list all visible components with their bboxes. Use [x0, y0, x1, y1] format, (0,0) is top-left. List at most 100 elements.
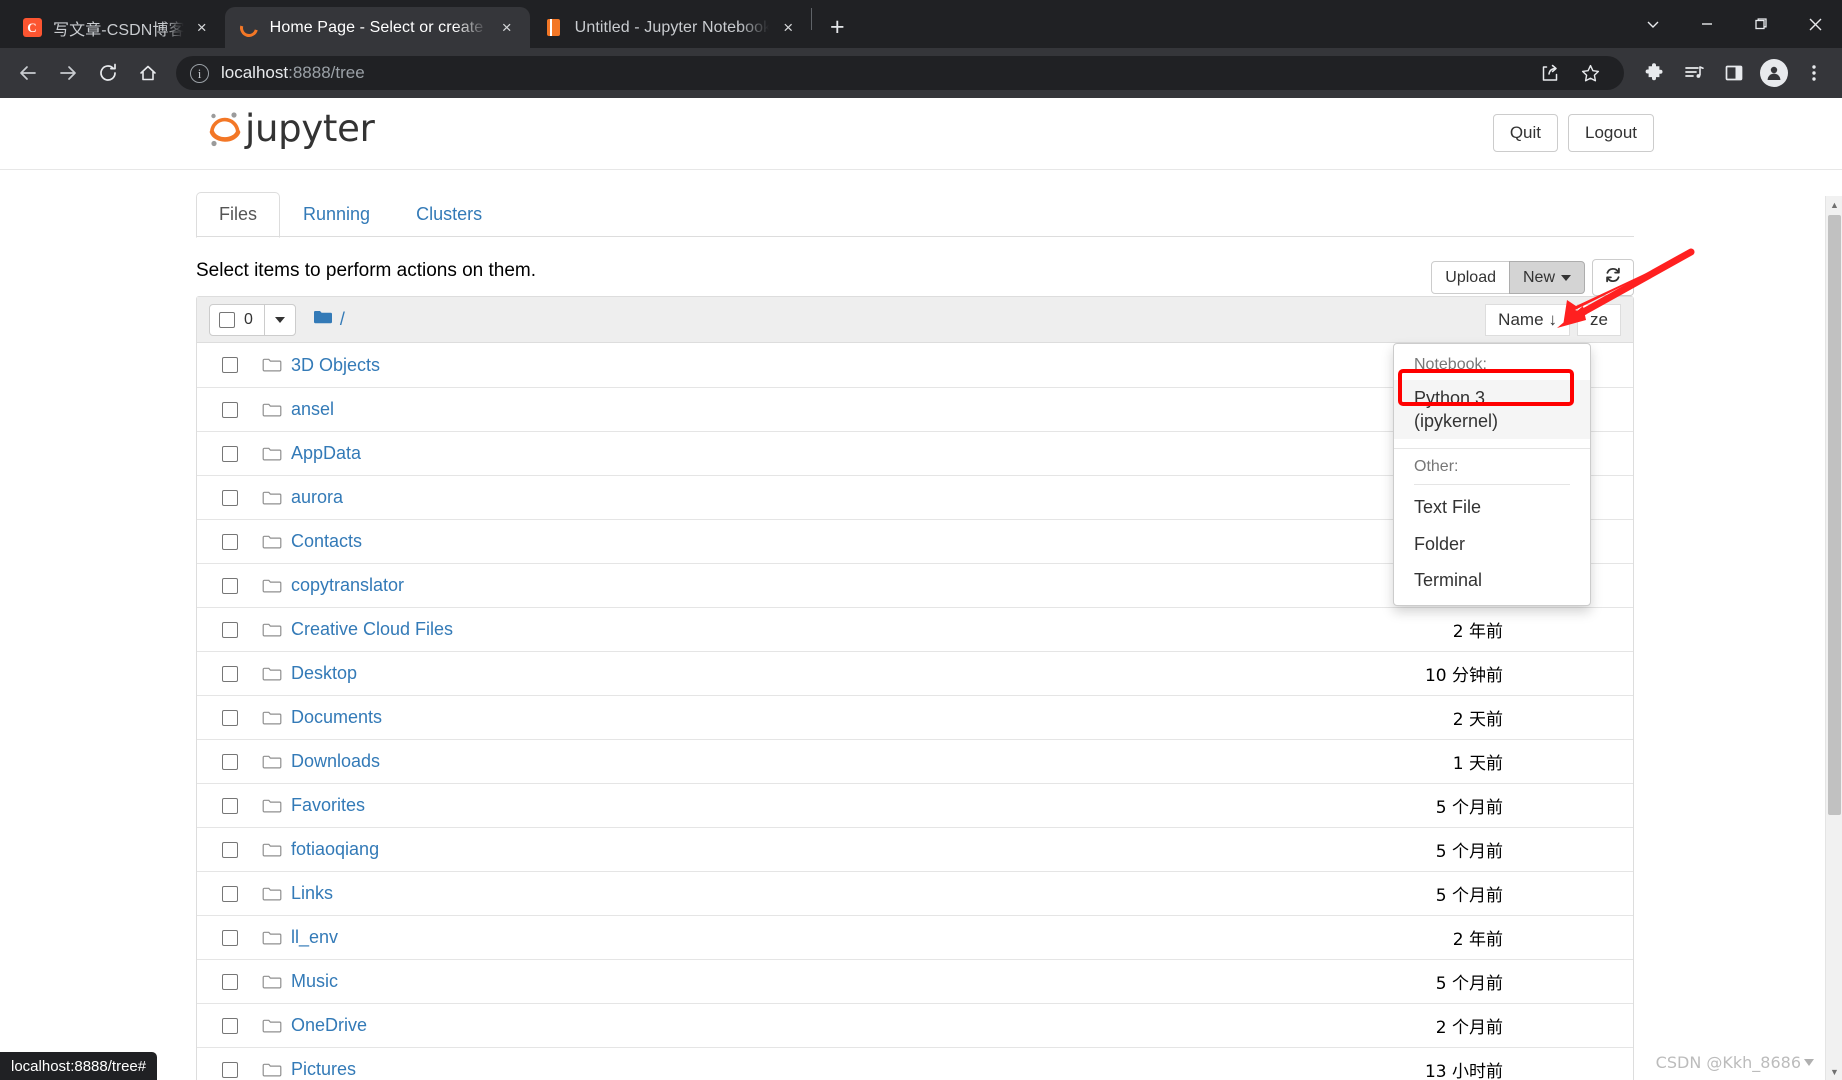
browser-tab-jupyter-home[interactable]: Home Page - Select or create a ×	[224, 7, 530, 48]
row-checkbox[interactable]	[222, 753, 238, 770]
close-icon[interactable]	[1788, 0, 1842, 48]
table-row[interactable]: Downloads 1 天前	[197, 739, 1633, 783]
file-modified-time: 1 天前	[1452, 754, 1503, 774]
row-checkbox[interactable]	[222, 841, 238, 858]
row-checkbox[interactable]	[222, 973, 238, 990]
file-name-link[interactable]: copytranslator	[291, 575, 404, 596]
file-modified-time: 5 个月前	[1435, 798, 1503, 818]
file-name-link[interactable]: ll_env	[291, 927, 338, 948]
table-row[interactable]: OneDrive 2 个月前	[197, 1003, 1633, 1047]
tab-close-icon[interactable]: ×	[494, 15, 520, 41]
row-checkbox[interactable]	[222, 1017, 238, 1034]
sort-name-label: Name	[1498, 310, 1544, 329]
logout-button[interactable]: Logout	[1568, 114, 1654, 153]
table-row[interactable]: Pictures 13 小时前	[197, 1047, 1633, 1080]
table-row[interactable]: Links 5 个月前	[197, 871, 1633, 915]
table-row[interactable]: Creative Cloud Files 2 年前	[197, 607, 1633, 651]
file-name-link[interactable]: Downloads	[291, 751, 380, 772]
bookmark-star-icon[interactable]	[1570, 53, 1610, 93]
menu-item-python3-ipykernel[interactable]: Python 3 (ipykernel)	[1394, 380, 1590, 439]
row-checkbox[interactable]	[222, 929, 238, 946]
row-checkbox[interactable]	[222, 357, 238, 373]
address-bar[interactable]: i localhost:8888/tree	[176, 56, 1624, 90]
three-dot-menu-icon[interactable]	[1794, 53, 1834, 93]
file-name-link[interactable]: aurora	[291, 487, 343, 508]
row-checkbox[interactable]	[222, 577, 238, 594]
site-info-icon[interactable]: i	[190, 63, 209, 83]
side-panel-icon[interactable]	[1714, 53, 1754, 93]
minimize-icon[interactable]	[1680, 0, 1734, 48]
file-name-link[interactable]: Pictures	[291, 1059, 356, 1080]
table-row[interactable]: Favorites 5 个月前	[197, 783, 1633, 827]
tab-title: Home Page - Select or create a	[269, 18, 490, 36]
row-checkbox[interactable]	[222, 621, 238, 638]
tab-close-icon[interactable]: ×	[775, 15, 801, 41]
table-row[interactable]: ll_env 2 年前	[197, 915, 1633, 959]
table-row[interactable]: Music 5 个月前	[197, 959, 1633, 1003]
tab-files[interactable]: Files	[196, 192, 281, 238]
home-icon[interactable]	[128, 53, 168, 93]
forward-arrow-icon[interactable]	[48, 53, 88, 93]
select-all-chevron[interactable]	[263, 304, 295, 335]
row-checkbox[interactable]	[222, 533, 238, 550]
jupyter-header: jupyter Quit Logout	[0, 98, 1842, 170]
browser-tab-untitled-notebook[interactable]: Untitled - Jupyter Notebook ×	[530, 7, 812, 48]
table-row[interactable]: fotiaoqiang 5 个月前	[197, 827, 1633, 871]
scroll-down-arrow-icon[interactable]: ▼	[1826, 1063, 1842, 1080]
media-list-icon[interactable]	[1674, 53, 1714, 93]
breadcrumb-root[interactable]: /	[340, 309, 345, 330]
file-name-link[interactable]: Links	[291, 883, 333, 904]
file-name-link[interactable]: Contacts	[291, 531, 362, 552]
new-tab-button[interactable]: +	[820, 10, 854, 44]
file-modified-time: 5 个月前	[1435, 842, 1503, 862]
file-name-link[interactable]: 3D Objects	[291, 355, 380, 376]
row-checkbox[interactable]	[222, 709, 238, 726]
row-checkbox[interactable]	[222, 445, 238, 462]
select-all-dropdown[interactable]: 0	[209, 303, 296, 336]
extensions-puzzle-icon[interactable]	[1634, 53, 1674, 93]
file-name-link[interactable]: Desktop	[291, 663, 357, 684]
menu-item-text-file[interactable]: Text File	[1394, 489, 1590, 526]
row-checkbox[interactable]	[222, 885, 238, 902]
tab-clusters[interactable]: Clusters	[393, 192, 505, 238]
back-arrow-icon[interactable]	[8, 53, 48, 93]
tabs-underline	[196, 236, 1634, 237]
file-name-link[interactable]: fotiaoqiang	[291, 839, 379, 860]
quit-button[interactable]: Quit	[1492, 114, 1558, 153]
select-all-checkbox[interactable]	[219, 311, 235, 328]
table-row[interactable]: Desktop 10 分钟前	[197, 651, 1633, 695]
row-checkbox[interactable]	[222, 665, 238, 682]
file-name-link[interactable]: ansel	[291, 399, 334, 420]
reload-icon[interactable]	[88, 53, 128, 93]
file-name-link[interactable]: Creative Cloud Files	[291, 619, 453, 640]
row-checkbox[interactable]	[222, 797, 238, 814]
row-checkbox[interactable]	[222, 489, 238, 506]
menu-item-folder[interactable]: Folder	[1394, 526, 1590, 563]
restore-icon[interactable]	[1734, 0, 1788, 48]
table-row[interactable]: Documents 2 天前	[197, 695, 1633, 739]
file-name-link[interactable]: Favorites	[291, 795, 365, 816]
file-name-link[interactable]: Music	[291, 971, 338, 992]
tab-close-icon[interactable]: ×	[189, 15, 215, 41]
browser-tab-csdn[interactable]: C 写文章-CSDN博客 ×	[8, 7, 225, 48]
folder-icon	[262, 842, 282, 858]
scrollbar-thumb[interactable]	[1828, 215, 1841, 815]
tab-running[interactable]: Running	[280, 192, 393, 238]
file-name-link[interactable]: Documents	[291, 707, 382, 728]
scroll-up-arrow-icon[interactable]: ▲	[1826, 196, 1842, 213]
share-icon[interactable]	[1530, 53, 1570, 93]
profile-avatar-icon[interactable]	[1754, 53, 1794, 93]
window-controls	[1626, 0, 1842, 48]
upload-button[interactable]: Upload	[1431, 261, 1510, 295]
chevron-down-icon[interactable]	[1626, 0, 1680, 48]
file-name-link[interactable]: OneDrive	[291, 1015, 367, 1036]
row-checkbox[interactable]	[222, 401, 238, 418]
jupyter-book-icon	[544, 18, 564, 38]
page-scrollbar[interactable]: ▲ ▼	[1825, 196, 1842, 1080]
file-name-link[interactable]: AppData	[291, 443, 361, 464]
row-checkbox[interactable]	[222, 1061, 238, 1078]
file-modified-time: 10 分钟前	[1424, 666, 1503, 686]
jupyter-logo[interactable]: jupyter	[208, 110, 375, 147]
folder-icon	[262, 402, 282, 418]
menu-item-terminal[interactable]: Terminal	[1394, 562, 1590, 599]
